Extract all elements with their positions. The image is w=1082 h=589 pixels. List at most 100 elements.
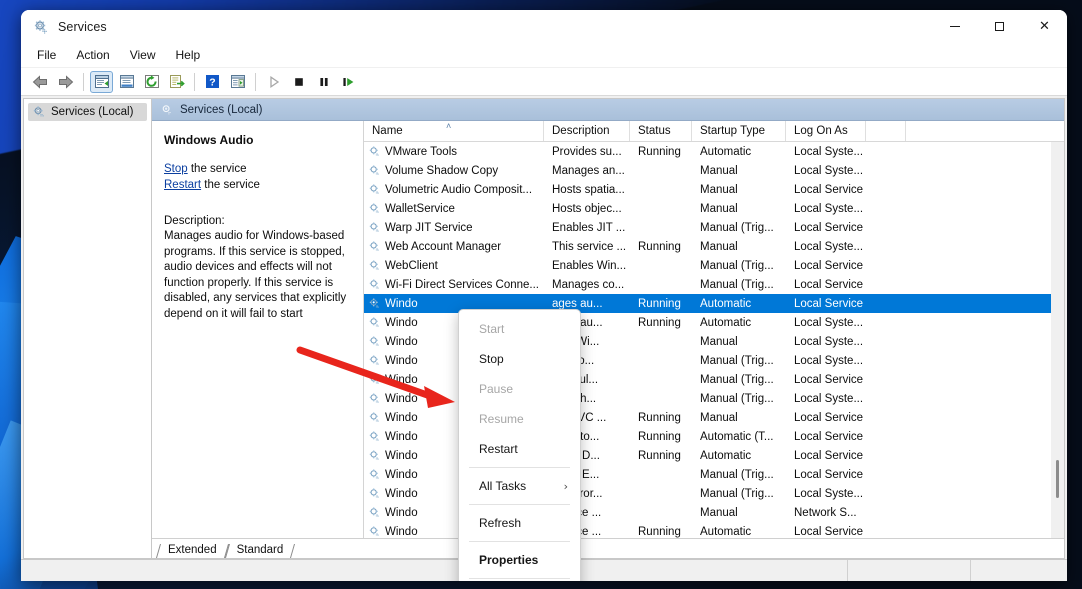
row-service-name: VMware Tools [385, 146, 457, 158]
column-header-blank[interactable] [866, 121, 906, 141]
row-name-cell: Warp JIT Service [364, 221, 544, 234]
menu-file[interactable]: File [27, 45, 66, 65]
row-service-name: Windo [385, 374, 418, 386]
back-button[interactable] [29, 71, 52, 93]
row-startup-type-cell: Automatic [692, 298, 786, 310]
row-status-cell: Running [630, 450, 692, 462]
table-row[interactable]: WebClientEnables Win...Manual (Trig...Lo… [364, 256, 1064, 275]
row-logon-cell: Local Syste... [786, 165, 866, 177]
menu-bar: File Action View Help [21, 43, 1067, 68]
table-row[interactable]: Web Account ManagerThis service ...Runni… [364, 237, 1064, 256]
menu-view[interactable]: View [120, 45, 166, 65]
row-logon-cell: Local Service [786, 298, 866, 310]
pause-service-button[interactable] [312, 71, 335, 93]
show-hide-console-tree-button[interactable] [90, 71, 113, 93]
row-description-cell: Provides su... [544, 146, 630, 158]
table-row[interactable]: Volumetric Audio Composit...Hosts spatia… [364, 180, 1064, 199]
scrollbar-thumb[interactable] [1056, 460, 1059, 498]
service-gear-icon [368, 183, 381, 196]
context-menu-item-pause: Pause [459, 374, 580, 404]
stop-service-link[interactable]: Stop [164, 163, 188, 175]
context-menu-item-label: Resume [479, 412, 524, 426]
context-menu-separator [469, 467, 570, 468]
close-button[interactable]: ✕ [1022, 10, 1067, 43]
row-logon-cell: Local Service [786, 374, 866, 386]
content-pane: Services (Local) Windows Audio Stop the … [151, 98, 1065, 559]
row-logon-cell: Local Service [786, 279, 866, 291]
column-header-description[interactable]: Description [544, 121, 630, 141]
service-gear-icon [368, 392, 381, 405]
toolbar-separator-2 [194, 73, 195, 91]
service-gear-icon [368, 449, 381, 462]
column-header-label: Startup Type [700, 125, 765, 137]
maximize-button[interactable] [977, 10, 1022, 43]
column-header-label: Description [552, 125, 610, 137]
start-service-button[interactable] [262, 71, 285, 93]
restart-service-button[interactable] [337, 71, 360, 93]
row-service-name: Volumetric Audio Composit... [385, 184, 532, 196]
refresh-button[interactable] [140, 71, 163, 93]
row-service-name: Windo [385, 431, 418, 443]
row-service-name: WebClient [385, 260, 438, 272]
export-list-button[interactable] [165, 71, 188, 93]
row-name-cell: WebClient [364, 259, 544, 272]
context-menu-item-restart[interactable]: Restart [459, 434, 580, 464]
row-service-name: Windo [385, 507, 418, 519]
menu-action[interactable]: Action [66, 45, 119, 65]
service-gear-icon [368, 221, 381, 234]
column-header-status[interactable]: Status [630, 121, 692, 141]
column-header-name[interactable]: Name˄ [364, 121, 544, 141]
row-logon-cell: Local Syste... [786, 241, 866, 253]
row-service-name: Windo [385, 450, 418, 462]
context-menu-item-resume: Resume [459, 404, 580, 434]
table-row[interactable]: Wi-Fi Direct Services Conne...Manages co… [364, 275, 1064, 294]
row-logon-cell: Local Syste... [786, 336, 866, 348]
service-gear-icon [368, 506, 381, 519]
row-startup-type-cell: Manual (Trig... [692, 393, 786, 405]
restart-service-link[interactable]: Restart [164, 179, 201, 191]
table-row[interactable]: Warp JIT ServiceEnables JIT ...Manual (T… [364, 218, 1064, 237]
row-status-cell: Running [630, 146, 692, 158]
row-startup-type-cell: Manual [692, 203, 786, 215]
column-header-log-on-as[interactable]: Log On As [786, 121, 866, 141]
selected-service-name: Windows Audio [164, 133, 351, 149]
menu-help[interactable]: Help [166, 45, 211, 65]
service-gear-icon [368, 297, 381, 310]
column-header-startup-type[interactable]: Startup Type [692, 121, 786, 141]
table-row[interactable]: VMware ToolsProvides su...RunningAutomat… [364, 142, 1064, 161]
row-logon-cell: Local Syste... [786, 203, 866, 215]
properties-icon-button[interactable] [226, 71, 249, 93]
content-split: Windows Audio Stop the service Restart t… [152, 121, 1064, 538]
context-menu-item-properties[interactable]: Properties [459, 545, 580, 575]
stop-service-button[interactable] [287, 71, 310, 93]
view-tabs: Extended Standard [152, 538, 1064, 558]
service-gear-icon [368, 430, 381, 443]
tab-extended[interactable]: Extended [158, 542, 227, 558]
table-row[interactable]: WalletServiceHosts objec...ManualLocal S… [364, 199, 1064, 218]
forward-button[interactable] [54, 71, 77, 93]
row-startup-type-cell: Automatic [692, 317, 786, 329]
row-logon-cell: Local Syste... [786, 488, 866, 500]
restart-service-link-row: Restart the service [164, 178, 351, 194]
sort-ascending-icon: ˄ [446, 122, 451, 131]
context-menu-item-stop[interactable]: Stop [459, 344, 580, 374]
close-icon: ✕ [1039, 20, 1050, 33]
minimize-button[interactable] [932, 10, 977, 43]
column-header-label: Status [638, 125, 671, 137]
description-label: Description: [164, 214, 351, 230]
service-details-pane: Windows Audio Stop the service Restart t… [152, 121, 364, 538]
help-button[interactable]: ? [201, 71, 224, 93]
tab-standard[interactable]: Standard [227, 542, 294, 558]
service-gear-icon [368, 354, 381, 367]
row-status-cell: Running [630, 317, 692, 329]
show-hide-action-pane-button[interactable] [115, 71, 138, 93]
service-gear-icon [368, 164, 381, 177]
table-row[interactable]: Volume Shadow CopyManages an...ManualLoc… [364, 161, 1064, 180]
vertical-scrollbar[interactable] [1051, 142, 1064, 538]
tree-node-services-local[interactable]: Services (Local) [28, 103, 147, 121]
context-menu-item-all-tasks[interactable]: All Tasks› [459, 471, 580, 501]
chevron-right-icon: › [564, 480, 568, 493]
context-menu-item-refresh[interactable]: Refresh [459, 508, 580, 538]
service-gear-icon [368, 316, 381, 329]
column-header-label: Log On As [794, 125, 848, 137]
